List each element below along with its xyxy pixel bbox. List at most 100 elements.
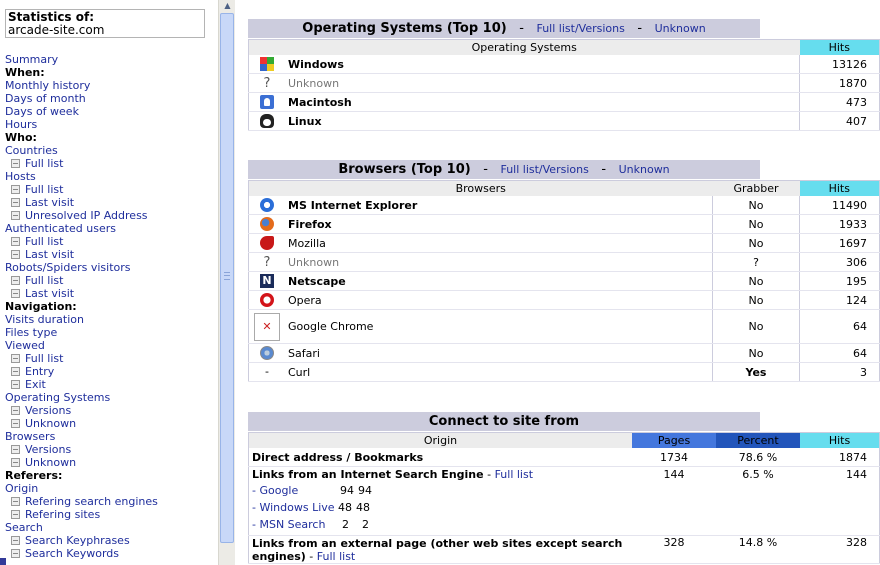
site-name: arcade-site.com [8,23,105,37]
browser-icon-cell [248,214,285,234]
statistics-box: Statistics of: arcade-site.com [5,9,205,38]
nav-heading-referers: Referers: [5,469,158,482]
browser-hits: 64 [799,309,880,344]
nav-link-full-list[interactable]: Full list [5,183,158,196]
search-engine-name[interactable]: - Google [252,484,298,497]
browser-name: Unknown [285,252,713,272]
connect-table: Origin Pages Percent Hits Direct address… [248,432,880,564]
browser-icon-cell [248,290,285,310]
os-unknown-link[interactable]: Unknown [655,22,706,35]
macintosh-icon [260,95,274,109]
nav-link-search-keywords[interactable]: Search Keywords [5,547,158,560]
linux-icon [260,114,274,128]
nav-link-monthly-history[interactable]: Monthly history [5,79,158,92]
search-full-list-link[interactable]: Full list [495,468,533,481]
os-full-list-link[interactable]: Full list/Versions [536,22,624,35]
nav-link-days-of-week[interactable]: Days of week [5,105,158,118]
browser-hits: 306 [799,252,880,272]
nav-link-search[interactable]: Search [5,521,158,534]
nav-link-authenticated-users[interactable]: Authenticated users [5,222,158,235]
browsers-unknown-link[interactable]: Unknown [619,163,670,176]
os-hits: 13126 [799,55,880,74]
sub-item-icon [11,549,20,558]
nav-link-hours[interactable]: Hours [5,118,158,131]
browser-grabber: No [712,309,800,344]
nav-link-full-list[interactable]: Full list [5,352,158,365]
os-title-dash: - [637,21,643,36]
nav-link-files-type[interactable]: Files type [5,326,158,339]
browser-name: Mozilla [285,233,713,253]
nav-link-browsers[interactable]: Browsers [5,430,158,443]
nav-link-full-list[interactable]: Full list [5,274,158,287]
external-hits: 328 [800,535,880,564]
os-name: Linux [285,111,800,131]
search-sep: - [483,468,495,481]
browsers-title-dash: - [601,162,607,177]
search-percent: 6.5 % [716,466,800,536]
nav-link-countries[interactable]: Countries [5,144,158,157]
nav-link-last-visit[interactable]: Last visit [5,287,158,300]
nav-link-hosts[interactable]: Hosts [5,170,158,183]
table-row: N Netscape No 195 [248,271,880,291]
scroll-up-arrow-icon[interactable]: ▲ [221,0,234,12]
nav-link-entry[interactable]: Entry [5,365,158,378]
external-percent: 14.8 % [716,535,800,564]
search-engine-name[interactable]: - MSN Search [252,518,325,531]
nav-link-days-of-month[interactable]: Days of month [5,92,158,105]
nav-link-last-visit[interactable]: Last visit [5,248,158,261]
browsers-col-grabber: Grabber [712,180,800,196]
browser-hits: 64 [799,343,880,363]
browsers-table-body: MS Internet Explorer No 11490 Firefox No 1933… [248,196,880,382]
search-engine-name[interactable]: - Windows Live [252,501,335,514]
nav-label: When: [5,66,45,79]
nav-link-refering-sites[interactable]: Refering sites [5,508,158,521]
nav-link-search-keyphrases[interactable]: Search Keyphrases [5,534,158,547]
nav-link-visits-duration[interactable]: Visits duration [5,313,158,326]
netscape-icon: N [260,274,274,288]
nav-link-full-list[interactable]: Full list [5,235,158,248]
browsers-title-dash: - [483,162,488,177]
nav-link-refering-search-engines[interactable]: Refering search engines [5,495,158,508]
table-row: Safari No 64 [248,343,880,363]
nav-link-unknown[interactable]: Unknown [5,456,158,469]
nav-link-summary[interactable]: Summary [5,53,158,66]
os-name: Unknown [285,73,800,93]
nav-link-exit[interactable]: Exit [5,378,158,391]
sidebar-menu: Statistics of: arcade-site.com Summary Wh… [0,0,218,565]
browser-icon-cell [248,196,285,215]
nav-link-viewed[interactable]: Viewed [5,339,158,352]
browser-grabber: Yes [712,362,800,382]
browser-icon-cell [248,233,285,253]
nav-link-origin[interactable]: Origin [5,482,158,495]
connect-col-pages: Pages [632,432,716,448]
direct-pages: 1734 [632,448,716,467]
browser-hits: 195 [799,271,880,291]
sidebar-scrollbar[interactable]: ▲ [218,0,235,565]
nav-link-versions[interactable]: Versions [5,443,158,456]
connect-row-direct: Direct address / Bookmarks 1734 78.6 % 1… [248,448,880,467]
nav-link-operating-systems[interactable]: Operating Systems [5,391,158,404]
nav-label: Visits duration [5,313,84,326]
nav-link-unknown[interactable]: Unknown [5,417,158,430]
browser-hits: 11490 [799,196,880,215]
search-engine-row: - Windows Live 48 48 [252,499,629,516]
browsers-full-list-link[interactable]: Full list/Versions [500,163,588,176]
external-full-list-link[interactable]: Full list [317,550,355,563]
browser-name: Safari [285,343,713,363]
opera-icon [260,293,274,307]
nav-link-last-visit[interactable]: Last visit [5,196,158,209]
sub-item-icon [11,510,20,519]
nav-label: Referers: [5,469,63,482]
os-icon-cell [248,92,285,112]
nav-label: Who: [5,131,37,144]
nav-link-unresolved-ip-address[interactable]: Unresolved IP Address [5,209,158,222]
nav-link-versions[interactable]: Versions [5,404,158,417]
os-table: Operating Systems Hits Windows 13126? Unkn… [248,39,880,131]
search-engine-pages: 2 [342,518,349,531]
nav-link-robots-spiders-visitors[interactable]: Robots/Spiders visitors [5,261,158,274]
scroll-thumb[interactable] [220,13,234,543]
nav-label: Search Keywords [25,547,119,560]
table-row: Windows 13126 [248,55,880,74]
nav-link-full-list[interactable]: Full list [5,157,158,170]
table-row: Linux 407 [248,111,880,131]
